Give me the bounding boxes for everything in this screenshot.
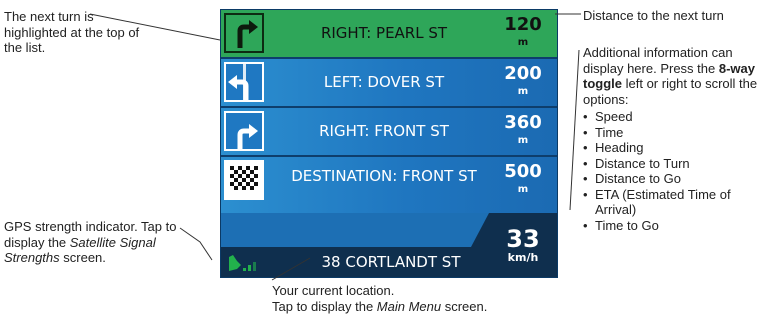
- option-item: ETA (Estimated Time of Arrival): [583, 187, 773, 218]
- turn-distance-unit: m: [517, 37, 529, 48]
- location-callout-line1: Your current location.: [272, 283, 395, 298]
- turn-distance: 500 m: [495, 162, 551, 196]
- option-item: Speed: [583, 109, 773, 125]
- turn-left-icon: [224, 62, 264, 102]
- turn-right-icon: [224, 111, 264, 151]
- turn-street: RIGHT: FRONT ST: [319, 122, 449, 140]
- next-turn-callout-text: The next turn is highlighted at the top …: [4, 9, 140, 55]
- info-box-notch: [471, 213, 489, 247]
- leader-additional-info: [569, 49, 580, 211]
- option-item: Heading: [583, 140, 773, 156]
- turn-distance-unit: m: [517, 86, 529, 97]
- turn-right-icon: [224, 13, 264, 53]
- turn-distance: 120 m: [495, 15, 551, 49]
- option-item: Distance to Turn: [583, 156, 773, 172]
- turn-row[interactable]: RIGHT: FRONT ST 360 m: [221, 108, 557, 155]
- turn-row-destination[interactable]: DESTINATION: FRONT ST 500 m: [221, 157, 557, 213]
- checkered-flag-icon: [224, 160, 264, 200]
- speed-value: 33: [506, 225, 540, 253]
- turn-row-next[interactable]: RIGHT: PEARL ST 120 m: [221, 10, 557, 57]
- options-list: Speed Time Heading Distance to Turn Dist…: [583, 109, 773, 233]
- gps-strength-icon[interactable]: [227, 253, 267, 273]
- distance-callout: Distance to the next turn: [583, 8, 778, 24]
- turn-distance-value: 360: [504, 112, 542, 133]
- turn-distance-value: 200: [504, 63, 542, 84]
- current-location-button[interactable]: 38 CORTLANDT ST: [291, 253, 491, 271]
- turn-street: DESTINATION: FRONT ST: [291, 167, 477, 185]
- turn-distance-value: 120: [504, 14, 542, 35]
- additional-info-text: Additional information can display here.…: [583, 45, 733, 76]
- speed-unit: km/h: [507, 251, 539, 264]
- gps-callout-suffix: screen.: [59, 250, 106, 265]
- additional-info-box[interactable]: 33 km/h: [471, 213, 557, 277]
- option-item: Distance to Go: [583, 171, 773, 187]
- turn-distance-unit: m: [517, 184, 529, 195]
- turn-list-screen: RIGHT: PEARL ST 120 m LEFT: DOVER ST 200…: [220, 9, 558, 278]
- location-callout: Your current location. Tap to display th…: [272, 283, 572, 314]
- turn-street: RIGHT: PEARL ST: [320, 24, 448, 42]
- main-menu-label: Main Menu: [376, 298, 442, 314]
- distance-callout-text: Distance to the next turn: [583, 8, 724, 23]
- next-turn-callout: The next turn is highlighted at the top …: [4, 9, 154, 56]
- turn-street: LEFT: DOVER ST: [323, 73, 445, 91]
- turn-distance: 360 m: [495, 113, 551, 147]
- location-callout-suffix: screen.: [441, 298, 488, 314]
- turn-distance-unit: m: [517, 135, 529, 146]
- gps-callout: GPS strength indicator. Tap to display t…: [4, 219, 209, 266]
- turn-distance: 200 m: [495, 64, 551, 98]
- option-item: Time to Go: [583, 218, 773, 234]
- turn-distance-value: 500: [504, 161, 542, 182]
- location-callout-line2: Tap to display the Main Menu screen.: [272, 299, 572, 315]
- additional-info-callout: Additional information can display here.…: [583, 45, 773, 233]
- turn-row[interactable]: LEFT: DOVER ST 200 m: [221, 59, 557, 106]
- option-item: Time: [583, 125, 773, 141]
- location-callout-prefix: Tap to display the: [272, 298, 377, 314]
